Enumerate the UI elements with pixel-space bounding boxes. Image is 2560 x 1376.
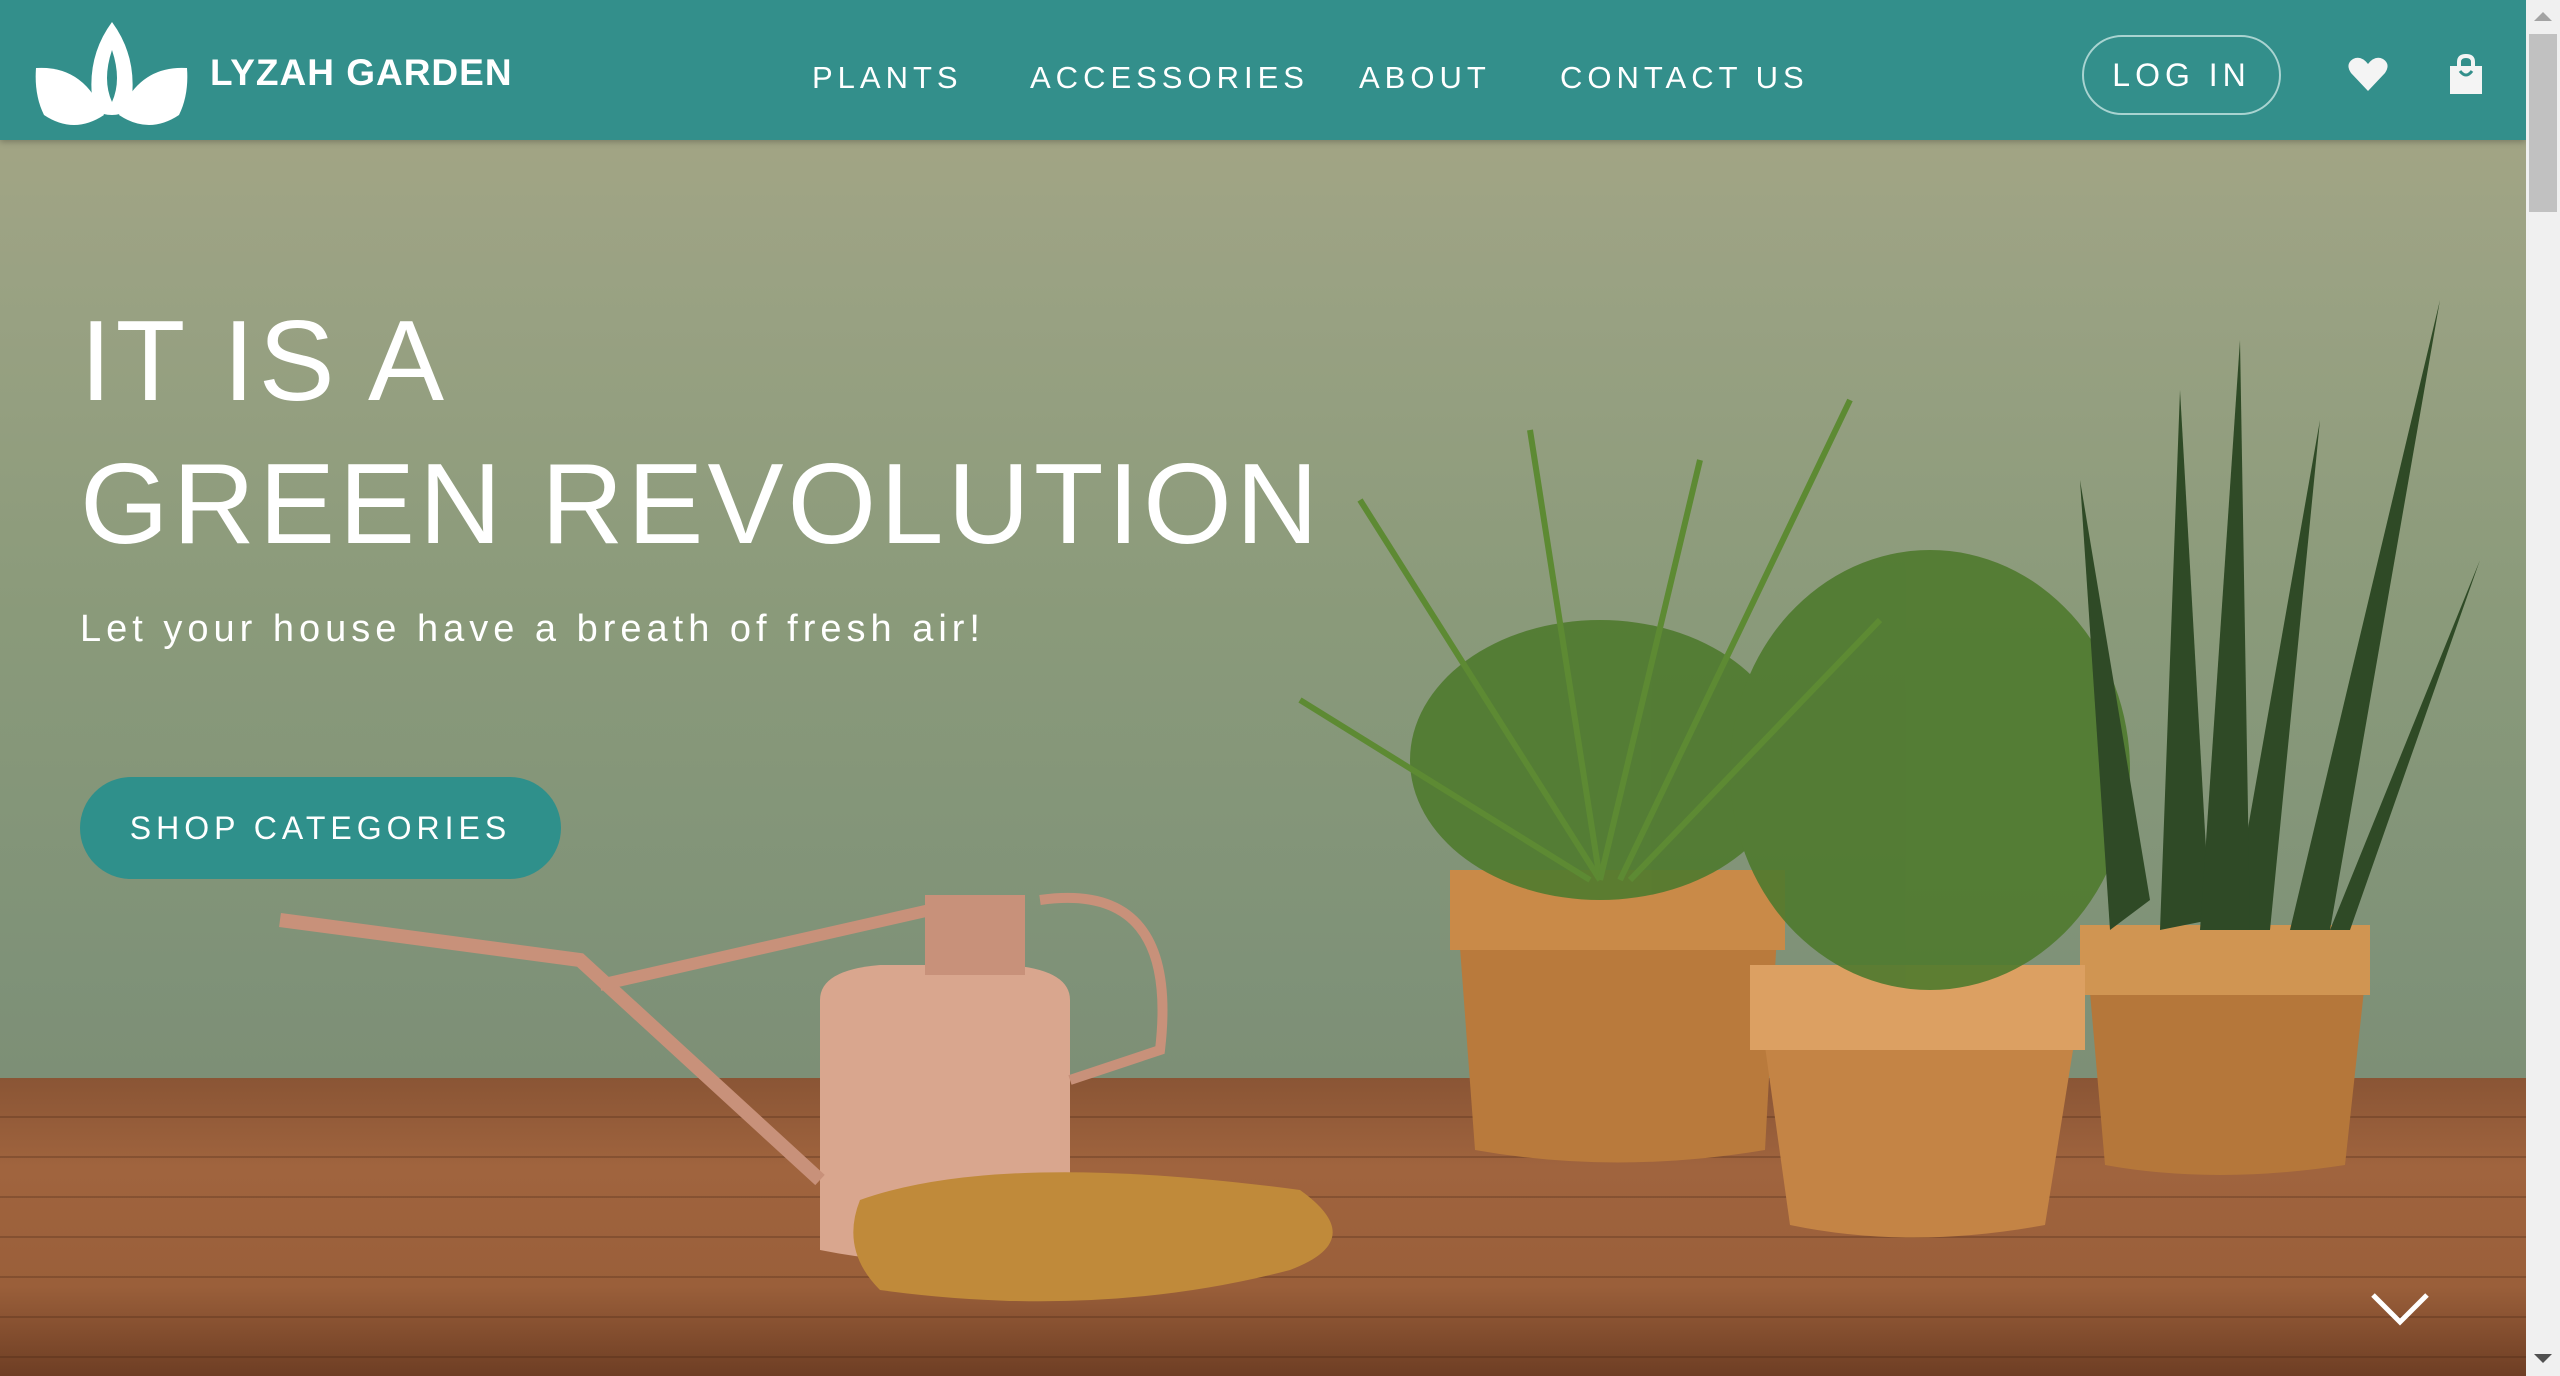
chevron-down-icon[interactable]	[2370, 1292, 2430, 1328]
nav-about[interactable]: ABOUT	[1359, 60, 1491, 96]
hero-title-line1: IT IS A	[80, 298, 449, 425]
page: IT IS A GREEN REVOLUTION Let your house …	[0, 0, 2526, 1376]
scroll-up-arrow-icon[interactable]	[2534, 12, 2552, 21]
scrollbar-thumb[interactable]	[2529, 34, 2557, 212]
hero-title-line2: GREEN REVOLUTION	[80, 441, 1323, 568]
scroll-down-arrow-icon[interactable]	[2534, 1354, 2552, 1363]
login-button[interactable]: LOG IN	[2082, 35, 2281, 115]
brand-name[interactable]: LYZAH GARDEN	[210, 52, 513, 94]
site-header: LYZAH GARDEN PLANTS ACCESSORIES ABOUT CO…	[0, 0, 2526, 140]
lotus-logo-icon[interactable]	[34, 20, 189, 130]
heart-icon[interactable]	[2348, 56, 2388, 92]
nav-accessories[interactable]: ACCESSORIES	[1030, 60, 1309, 96]
shop-categories-button[interactable]: SHOP CATEGORIES	[80, 777, 561, 879]
hero-image-plants	[279, 300, 2480, 1302]
nav-plants[interactable]: PLANTS	[812, 60, 963, 96]
hero-subtitle: Let your house have a breath of fresh ai…	[80, 608, 985, 650]
vertical-scrollbar[interactable]	[2526, 0, 2560, 1376]
nav-contact-us[interactable]: CONTACT US	[1560, 60, 1809, 96]
shopping-bag-icon[interactable]	[2448, 54, 2484, 96]
hero-section: IT IS A GREEN REVOLUTION Let your house …	[0, 0, 2526, 1376]
